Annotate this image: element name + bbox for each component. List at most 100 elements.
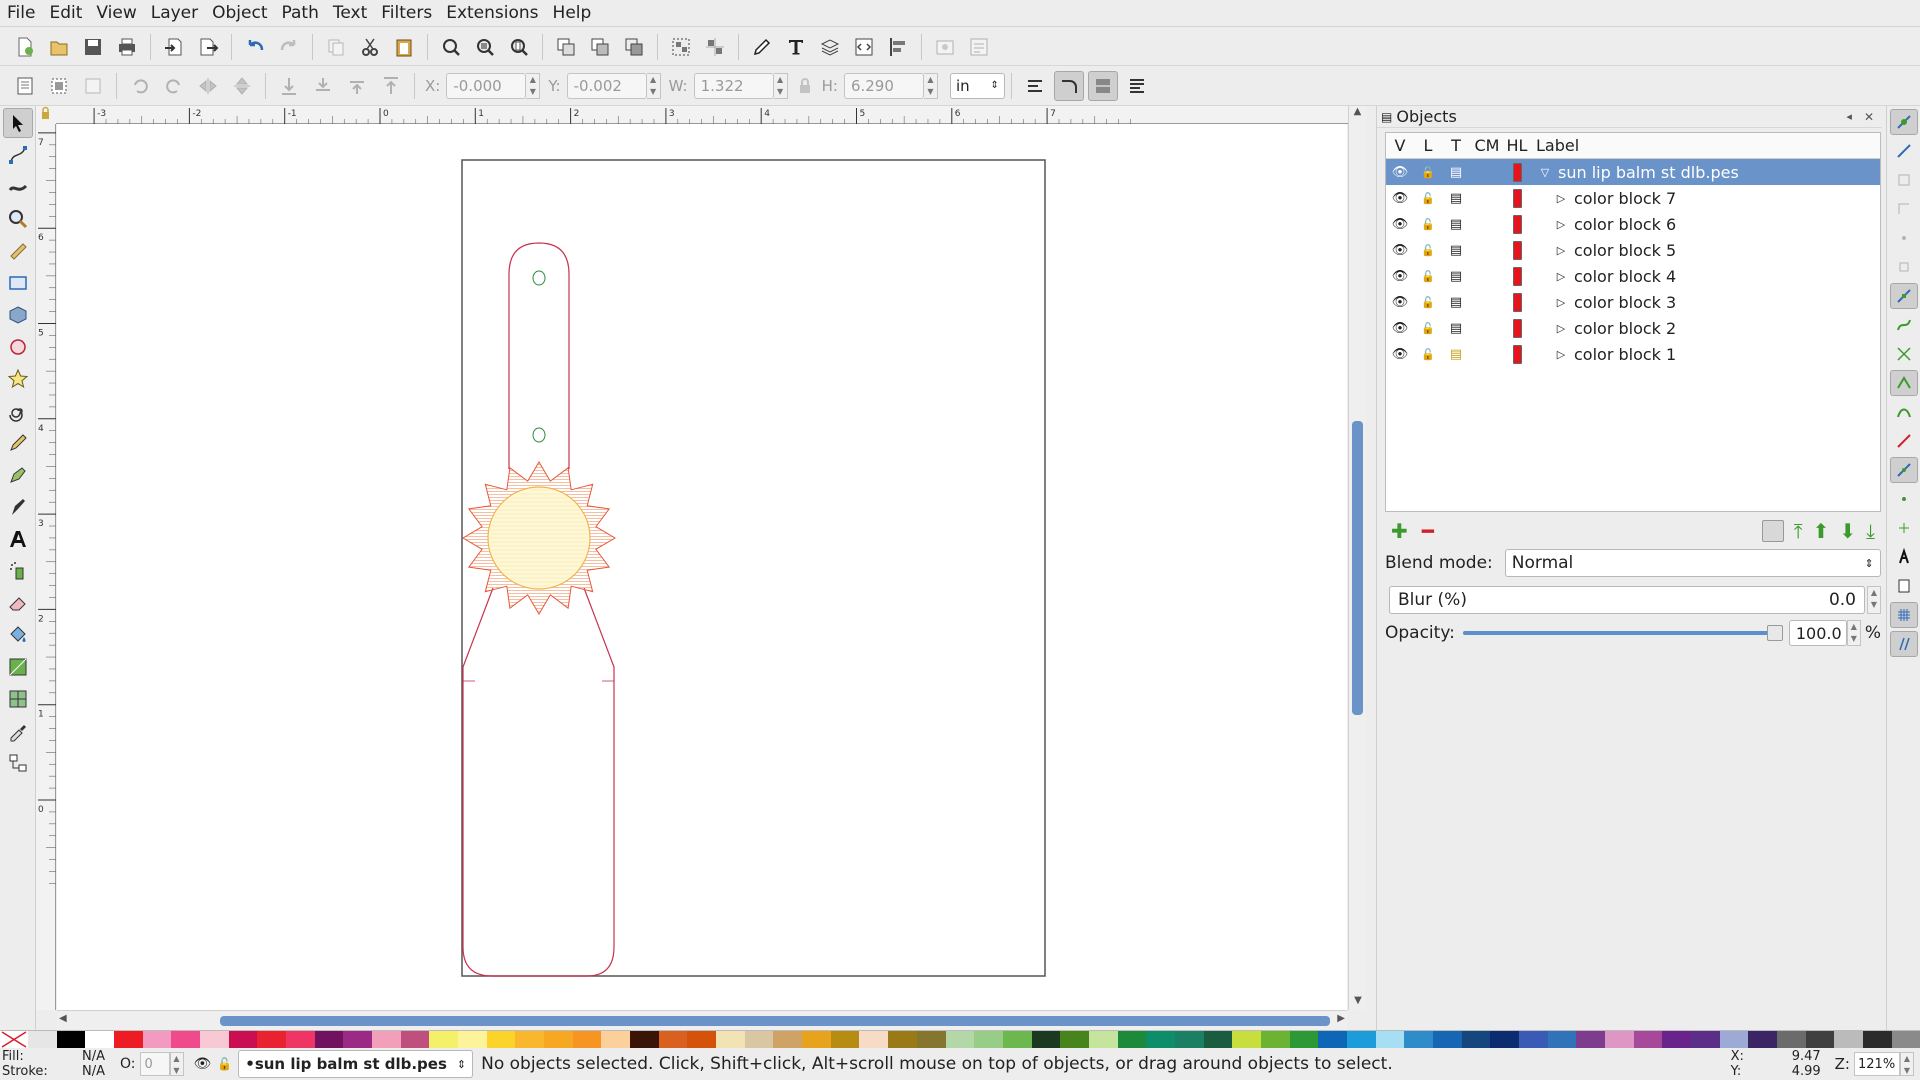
blend-mode-select[interactable]: Normal ⇕ (1504, 549, 1881, 577)
ellipse-tool-icon[interactable] (3, 332, 33, 362)
object-row[interactable]: 👁 🔓 ▤ ▷ color block 4 (1386, 263, 1880, 289)
horizontal-scroll-thumb[interactable] (220, 1016, 1330, 1026)
expand-triangle-icon[interactable]: ▷ (1552, 244, 1570, 257)
dock-close-icon[interactable]: ✕ (1864, 110, 1874, 124)
rectangle-tool-icon[interactable] (3, 268, 33, 298)
preferences-icon[interactable] (930, 32, 960, 62)
col-clipmask[interactable]: CM (1470, 136, 1504, 155)
menu-path[interactable]: Path (275, 0, 326, 27)
raise-to-top-icon[interactable] (376, 71, 406, 101)
eye-visible-icon[interactable]: 👁 (1386, 165, 1414, 180)
eye-visible-icon[interactable]: 👁 (1386, 243, 1414, 258)
w-input[interactable]: 1.322 (693, 72, 774, 99)
snap-midpoints-icon[interactable] (1890, 428, 1918, 454)
redo-button[interactable] (274, 32, 304, 62)
opacity-status-spinner[interactable]: ▲ ▼ (169, 1052, 184, 1076)
xml-editor-icon[interactable] (849, 32, 879, 62)
open-button[interactable] (44, 32, 74, 62)
eye-visible-icon[interactable]: 👁 (1386, 295, 1414, 310)
color-swatch[interactable] (28, 1031, 57, 1048)
zoom-tool-icon[interactable] (3, 204, 33, 234)
color-swatch[interactable] (56, 1031, 86, 1048)
snap-grid-icon[interactable] (1889, 602, 1918, 628)
layer-type-icon[interactable]: ▤ (1442, 269, 1470, 284)
layer-type-icon[interactable]: ▤ (1442, 347, 1470, 362)
h-spinner[interactable]: ▲ ▼ (923, 72, 938, 99)
menu-layer[interactable]: Layer (144, 0, 205, 27)
snap-paths-icon[interactable] (1890, 312, 1918, 338)
expand-triangle-icon[interactable]: ▷ (1552, 296, 1570, 309)
eye-visible-icon[interactable]: 👁 (1386, 347, 1414, 362)
color-swatch[interactable] (1260, 1031, 1290, 1048)
menu-edit[interactable]: Edit (42, 0, 89, 27)
eraser-tool-icon[interactable] (3, 588, 33, 618)
mesh-tool-icon[interactable] (3, 684, 33, 714)
ungroup-icon[interactable] (700, 32, 730, 62)
color-swatch[interactable] (1748, 1031, 1777, 1048)
color-swatch[interactable] (1002, 1031, 1032, 1048)
import-button[interactable] (159, 32, 189, 62)
highlight-color-cell[interactable] (1504, 318, 1530, 338)
x-input[interactable]: -0.000 (446, 72, 527, 99)
snap-bbox-corner-icon[interactable] (1890, 196, 1918, 222)
color-swatch[interactable] (372, 1031, 401, 1048)
col-type[interactable]: T (1442, 136, 1470, 155)
lock-open-icon[interactable]: 🔓 (1414, 348, 1442, 361)
h-input[interactable]: 6.290 (843, 72, 924, 99)
color-swatch[interactable] (1117, 1031, 1147, 1048)
dropper-tool-icon[interactable] (3, 716, 33, 746)
scroll-right-icon[interactable]: ▶ (1337, 1013, 1345, 1024)
zoom-drawing-icon[interactable] (470, 32, 500, 62)
layer-type-icon[interactable]: ▤ (1442, 243, 1470, 258)
col-label[interactable]: Label (1530, 136, 1579, 155)
color-swatch[interactable] (1891, 1031, 1920, 1048)
horizontal-scrollbar[interactable]: ◀ ▶ (57, 1010, 1347, 1030)
undo-button[interactable] (240, 32, 270, 62)
color-swatch[interactable] (85, 1031, 115, 1048)
spray-tool-icon[interactable] (3, 556, 33, 586)
snap-cusp-nodes-icon[interactable] (1889, 370, 1918, 396)
expand-triangle-icon[interactable]: ▷ (1552, 348, 1570, 361)
scroll-left-icon[interactable]: ◀ (59, 1013, 67, 1024)
lock-open-icon[interactable]: 🔓 (1414, 166, 1442, 179)
zoom-page-icon[interactable] (504, 32, 534, 62)
scroll-down-icon[interactable]: ▼ (1349, 995, 1367, 1006)
highlight-color-cell[interactable] (1504, 162, 1530, 182)
color-swatch[interactable] (773, 1031, 803, 1048)
color-swatch[interactable] (1318, 1031, 1347, 1048)
expand-triangle-icon[interactable]: ▷ (1552, 192, 1570, 205)
lock-open-icon[interactable]: 🔓 (1414, 296, 1442, 309)
snap-intersection-icon[interactable] (1890, 341, 1918, 367)
color-swatch[interactable] (1232, 1031, 1261, 1048)
color-swatch[interactable] (314, 1031, 344, 1048)
layer-type-icon[interactable]: ▤ (1442, 217, 1470, 232)
deselect-icon[interactable] (78, 71, 108, 101)
print-button[interactable] (112, 32, 142, 62)
dock-iconify-icon[interactable]: ◂ (1846, 110, 1852, 123)
drawing-canvas[interactable] (57, 124, 1347, 1010)
object-row[interactable]: 👁 🔓 ▤ ▽ sun lip balm st dlb.pes (1386, 159, 1880, 185)
lower-icon[interactable] (308, 71, 338, 101)
highlight-color-cell[interactable] (1504, 214, 1530, 234)
object-row[interactable]: 👁 🔓 ▤ ▷ color block 1 (1386, 341, 1880, 367)
color-swatch[interactable] (486, 1031, 516, 1048)
color-swatch[interactable] (601, 1031, 631, 1048)
object-row[interactable]: 👁 🔓 ▤ ▷ color block 7 (1386, 185, 1880, 211)
menu-object[interactable]: Object (205, 0, 274, 27)
expand-triangle-icon[interactable]: ▷ (1552, 270, 1570, 283)
clone-icon[interactable] (585, 32, 615, 62)
color-swatch[interactable] (458, 1031, 487, 1048)
color-swatch[interactable] (1863, 1031, 1892, 1048)
color-swatch[interactable] (1088, 1031, 1118, 1048)
new-document-button[interactable] (10, 32, 40, 62)
fill-stroke-icon[interactable] (747, 32, 777, 62)
text-tool-icon[interactable] (3, 524, 33, 554)
pencil-tool-icon[interactable] (3, 428, 33, 458)
no-paint-swatch[interactable] (0, 1031, 28, 1048)
copy-button[interactable] (321, 32, 351, 62)
measure-tool-icon[interactable] (3, 236, 33, 266)
object-row[interactable]: 👁 🔓 ▤ ▷ color block 2 (1386, 315, 1880, 341)
lower-to-bottom-icon[interactable] (274, 71, 304, 101)
color-swatch[interactable] (1633, 1031, 1663, 1048)
y-spinner[interactable]: ▲ ▼ (646, 72, 661, 99)
